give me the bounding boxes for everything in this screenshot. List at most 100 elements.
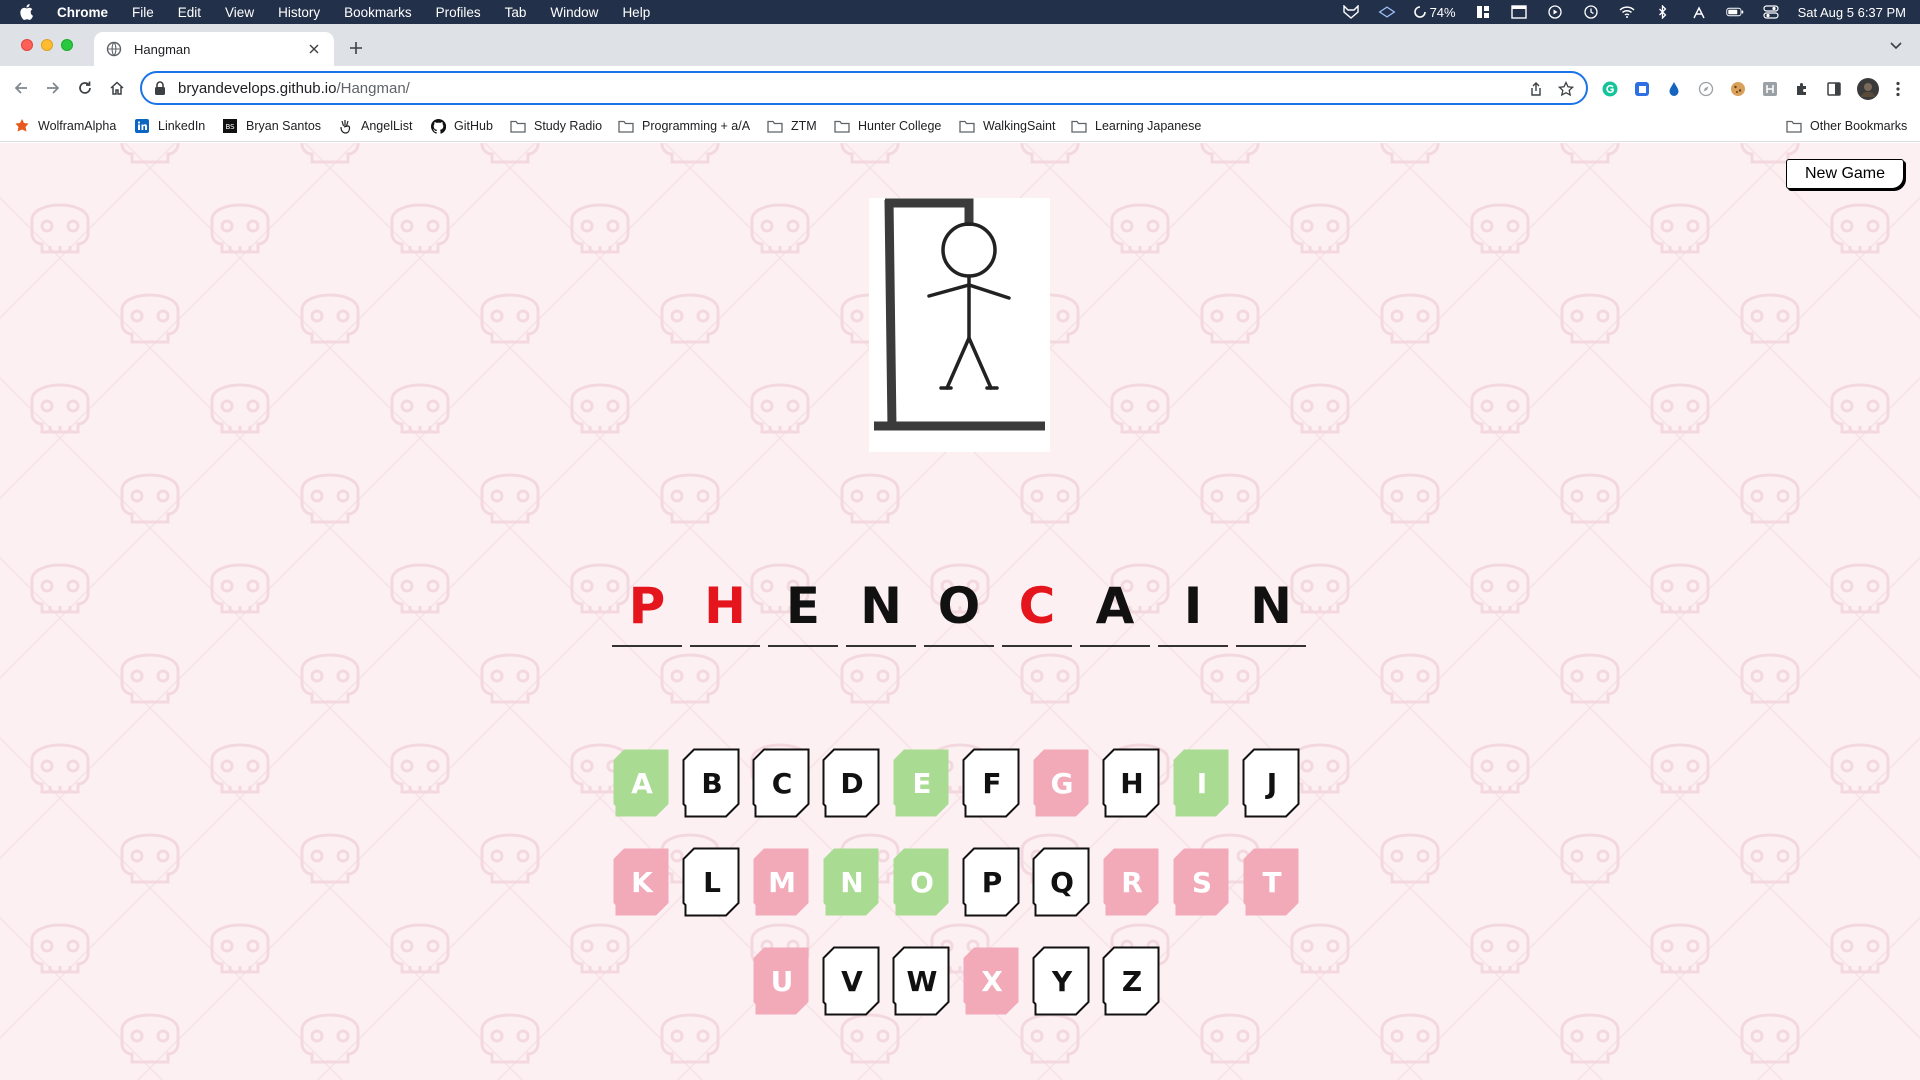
key-letter: K bbox=[631, 865, 653, 899]
bookmark-label: AngelList bbox=[361, 119, 413, 133]
letter-key-v[interactable]: V bbox=[822, 946, 882, 1016]
bluetooth-icon[interactable] bbox=[1654, 5, 1672, 19]
bookmark-folder-learning-japanese[interactable]: Learning Japanese bbox=[1071, 117, 1201, 135]
bookmark-bryan-santos[interactable]: BS Bryan Santos bbox=[222, 117, 321, 135]
letter-key-o[interactable]: O bbox=[892, 847, 952, 917]
menu-bookmarks[interactable]: Bookmarks bbox=[344, 5, 412, 20]
play-icon[interactable] bbox=[1546, 5, 1564, 19]
menu-edit[interactable]: Edit bbox=[178, 5, 201, 20]
extensions-puzzle-icon[interactable] bbox=[1793, 80, 1811, 98]
menu-window[interactable]: Window bbox=[550, 5, 598, 20]
menu-view[interactable]: View bbox=[225, 5, 254, 20]
bookmark-label: Programming + a/A bbox=[642, 119, 751, 133]
bookmark-folder-ztm[interactable]: ZTM bbox=[767, 117, 817, 135]
reload-icon[interactable] bbox=[73, 76, 97, 100]
airdrop-icon[interactable] bbox=[1690, 5, 1708, 19]
bookmark-wolframalpha[interactable]: WolframAlpha bbox=[14, 117, 116, 135]
letter-key-e[interactable]: E bbox=[892, 748, 952, 818]
side-panel-icon[interactable] bbox=[1825, 80, 1843, 98]
menu-help[interactable]: Help bbox=[622, 5, 650, 20]
letter-key-h[interactable]: H bbox=[1102, 748, 1162, 818]
letter-key-z[interactable]: Z bbox=[1102, 946, 1162, 1016]
other-bookmarks-folder[interactable]: Other Bookmarks bbox=[1786, 117, 1907, 135]
address-bar[interactable]: bryandevelops.github.io/Hangman/ bbox=[140, 71, 1588, 105]
letter-key-y[interactable]: Y bbox=[1032, 946, 1092, 1016]
share-icon[interactable] bbox=[1528, 81, 1544, 97]
extension-gray-icon[interactable] bbox=[1761, 80, 1779, 98]
fox-icon[interactable] bbox=[1342, 5, 1360, 19]
minimize-window-button[interactable] bbox=[41, 39, 53, 51]
letter-key-a[interactable]: A bbox=[612, 748, 672, 818]
letter-key-d[interactable]: D bbox=[822, 748, 882, 818]
menu-profiles[interactable]: Profiles bbox=[436, 5, 481, 20]
letter-key-t[interactable]: T bbox=[1242, 847, 1302, 917]
wifi-icon[interactable] bbox=[1618, 5, 1636, 19]
close-tab-icon[interactable] bbox=[306, 41, 322, 57]
time-machine-icon[interactable] bbox=[1582, 5, 1600, 19]
letter-key-q[interactable]: Q bbox=[1032, 847, 1092, 917]
letter-key-k[interactable]: K bbox=[612, 847, 672, 917]
forward-icon[interactable] bbox=[41, 76, 65, 100]
letter-key-p[interactable]: P bbox=[962, 847, 1022, 917]
raindrop-icon[interactable] bbox=[1665, 80, 1683, 98]
tab-hangman[interactable]: Hangman bbox=[94, 32, 334, 66]
bookmark-folder-programming[interactable]: Programming + a/A bbox=[618, 117, 750, 135]
new-game-button[interactable]: New Game bbox=[1786, 159, 1904, 189]
close-window-button[interactable] bbox=[21, 39, 33, 51]
window-icon[interactable] bbox=[1510, 5, 1528, 19]
compass-icon[interactable] bbox=[1697, 80, 1715, 98]
menu-history[interactable]: History bbox=[278, 5, 320, 20]
letter-key-r[interactable]: R bbox=[1102, 847, 1162, 917]
new-tab-button[interactable] bbox=[344, 36, 368, 60]
gallows-beam bbox=[885, 198, 974, 226]
letter-key-i[interactable]: I bbox=[1172, 748, 1232, 818]
bookmark-github[interactable]: GitHub bbox=[430, 117, 493, 135]
menu-file[interactable]: File bbox=[132, 5, 154, 20]
letter-key-x[interactable]: X bbox=[962, 946, 1022, 1016]
folder-icon bbox=[767, 118, 783, 134]
slot-letter: O bbox=[937, 577, 981, 635]
vpn-icon[interactable] bbox=[1378, 5, 1396, 19]
letter-key-s[interactable]: S bbox=[1172, 847, 1232, 917]
cookie-icon[interactable] bbox=[1729, 80, 1747, 98]
kebab-menu-icon[interactable] bbox=[1889, 80, 1907, 98]
bookmark-folder-hunter-college[interactable]: Hunter College bbox=[834, 117, 941, 135]
macos-menubar: Chrome File Edit View History Bookmarks … bbox=[0, 0, 1920, 24]
letter-key-f[interactable]: F bbox=[962, 748, 1022, 818]
extension-blue-icon[interactable] bbox=[1633, 80, 1651, 98]
slot-underline bbox=[1236, 645, 1306, 647]
apple-menu-icon[interactable] bbox=[19, 4, 35, 20]
menu-tab[interactable]: Tab bbox=[505, 5, 527, 20]
layout-icon[interactable] bbox=[1474, 5, 1492, 19]
bookmark-folder-study-radio[interactable]: Study Radio bbox=[510, 117, 602, 135]
bookmark-angellist[interactable]: AngelList bbox=[337, 117, 412, 135]
grammarly-icon[interactable] bbox=[1601, 80, 1619, 98]
url-text: bryandevelops.github.io/Hangman/ bbox=[178, 80, 410, 97]
profile-avatar[interactable] bbox=[1857, 78, 1879, 100]
battery-icon[interactable] bbox=[1725, 5, 1744, 19]
letter-key-u[interactable]: U bbox=[752, 946, 812, 1016]
clock[interactable]: Sat Aug 5 6:37 PM bbox=[1798, 5, 1906, 20]
gallows-post bbox=[884, 199, 897, 429]
secret-word: PHENOCAIN bbox=[612, 573, 1306, 653]
letter-key-m[interactable]: M bbox=[752, 847, 812, 917]
letter-key-l[interactable]: L bbox=[682, 847, 742, 917]
letter-key-b[interactable]: B bbox=[682, 748, 742, 818]
control-center-icon[interactable] bbox=[1762, 5, 1780, 19]
letter-key-j[interactable]: J bbox=[1242, 748, 1302, 818]
back-icon[interactable] bbox=[9, 76, 33, 100]
key-letter: R bbox=[1121, 865, 1143, 899]
bookmark-folder-walkingsaint[interactable]: WalkingSaint bbox=[959, 117, 1056, 135]
bookmark-star-icon[interactable] bbox=[1557, 80, 1575, 97]
letter-key-c[interactable]: C bbox=[752, 748, 812, 818]
maximize-window-button[interactable] bbox=[61, 39, 73, 51]
battery-status[interactable]: 74% bbox=[1413, 5, 1456, 20]
letter-key-g[interactable]: G bbox=[1032, 748, 1092, 818]
bookmark-linkedin[interactable]: LinkedIn bbox=[134, 117, 205, 135]
letter-key-n[interactable]: N bbox=[822, 847, 882, 917]
menu-app-name[interactable]: Chrome bbox=[57, 5, 108, 20]
letter-key-w[interactable]: W bbox=[892, 946, 952, 1016]
tab-search-icon[interactable] bbox=[1888, 38, 1904, 54]
home-icon[interactable] bbox=[105, 76, 129, 100]
lock-icon[interactable] bbox=[154, 81, 168, 95]
